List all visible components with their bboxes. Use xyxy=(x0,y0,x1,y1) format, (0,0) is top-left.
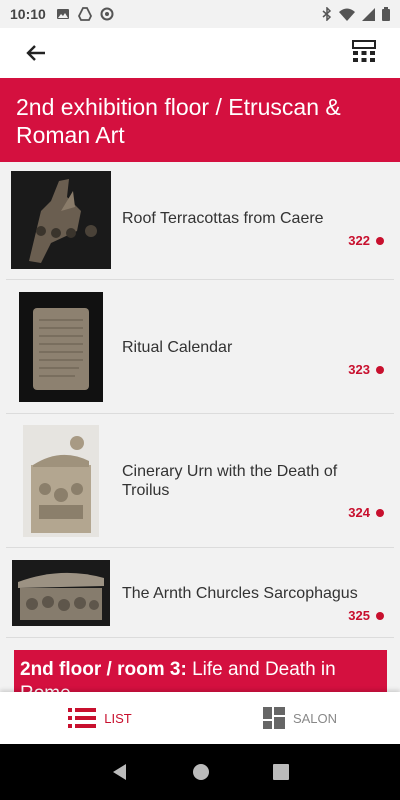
arrow-back-icon xyxy=(26,45,45,61)
item-title: Roof Terracottas from Caere xyxy=(122,210,324,227)
dot-icon xyxy=(376,236,384,245)
keypad-button[interactable] xyxy=(348,37,380,69)
artwork-thumbnail xyxy=(12,560,110,626)
tab-list[interactable]: LIST xyxy=(0,692,200,744)
item-number: 325 xyxy=(348,608,384,623)
system-nav-bar xyxy=(0,744,400,800)
drive-notification-icon xyxy=(77,7,92,21)
status-time: 10:10 xyxy=(10,6,46,22)
artwork-list: Roof Terracottas from Caere 322 Ritual C… xyxy=(0,162,400,692)
signal-icon xyxy=(362,7,375,21)
tab-salon[interactable]: SALON xyxy=(200,692,400,744)
section-prefix: 2nd floor / room 3: xyxy=(20,659,187,680)
item-title: Cinerary Urn with the Death of Troilus xyxy=(122,463,338,499)
item-title: Ritual Calendar xyxy=(122,339,233,356)
wifi-icon xyxy=(339,8,355,21)
dot-icon xyxy=(376,365,384,374)
artwork-thumbnail xyxy=(19,292,103,402)
dot-icon xyxy=(376,508,384,517)
list-item[interactable]: Cinerary Urn with the Death of Troilus 3… xyxy=(6,414,394,548)
status-bar: 10:10 xyxy=(0,0,400,28)
artwork-thumbnail xyxy=(23,425,99,537)
list-icon xyxy=(68,708,97,728)
nav-home-icon[interactable] xyxy=(192,763,210,781)
item-number: 322 xyxy=(348,233,384,248)
tab-salon-label: SALON xyxy=(292,710,338,726)
keypad-icon xyxy=(352,40,376,62)
section-header[interactable]: 2nd floor / room 3: Life and Death in Ro… xyxy=(14,650,387,692)
nav-recents-icon[interactable] xyxy=(272,764,289,780)
item-number: 324 xyxy=(348,505,384,520)
back-button[interactable] xyxy=(20,37,52,69)
bottom-tab-bar: LIST SALON xyxy=(0,692,400,744)
list-item[interactable]: The Arnth Churcles Sarcophagus 325 xyxy=(6,548,394,638)
dot-icon xyxy=(376,611,384,620)
artwork-thumbnail xyxy=(11,171,111,269)
sync-notification-icon xyxy=(100,7,114,21)
bluetooth-icon xyxy=(322,7,332,21)
list-item[interactable]: Ritual Calendar 323 xyxy=(6,280,394,414)
item-title: The Arnth Churcles Sarcophagus xyxy=(122,585,358,602)
item-number: 323 xyxy=(348,362,384,377)
nav-back-icon[interactable] xyxy=(111,763,129,781)
page-title: 2nd exhibition floor / Etruscan & Roman … xyxy=(0,78,400,162)
tab-list-label: LIST xyxy=(104,710,132,726)
list-item[interactable]: Roof Terracottas from Caere 322 xyxy=(6,162,394,280)
app-bar xyxy=(0,28,400,78)
salon-grid-icon xyxy=(262,707,285,729)
battery-icon xyxy=(382,7,390,21)
image-notification-icon xyxy=(56,9,69,19)
